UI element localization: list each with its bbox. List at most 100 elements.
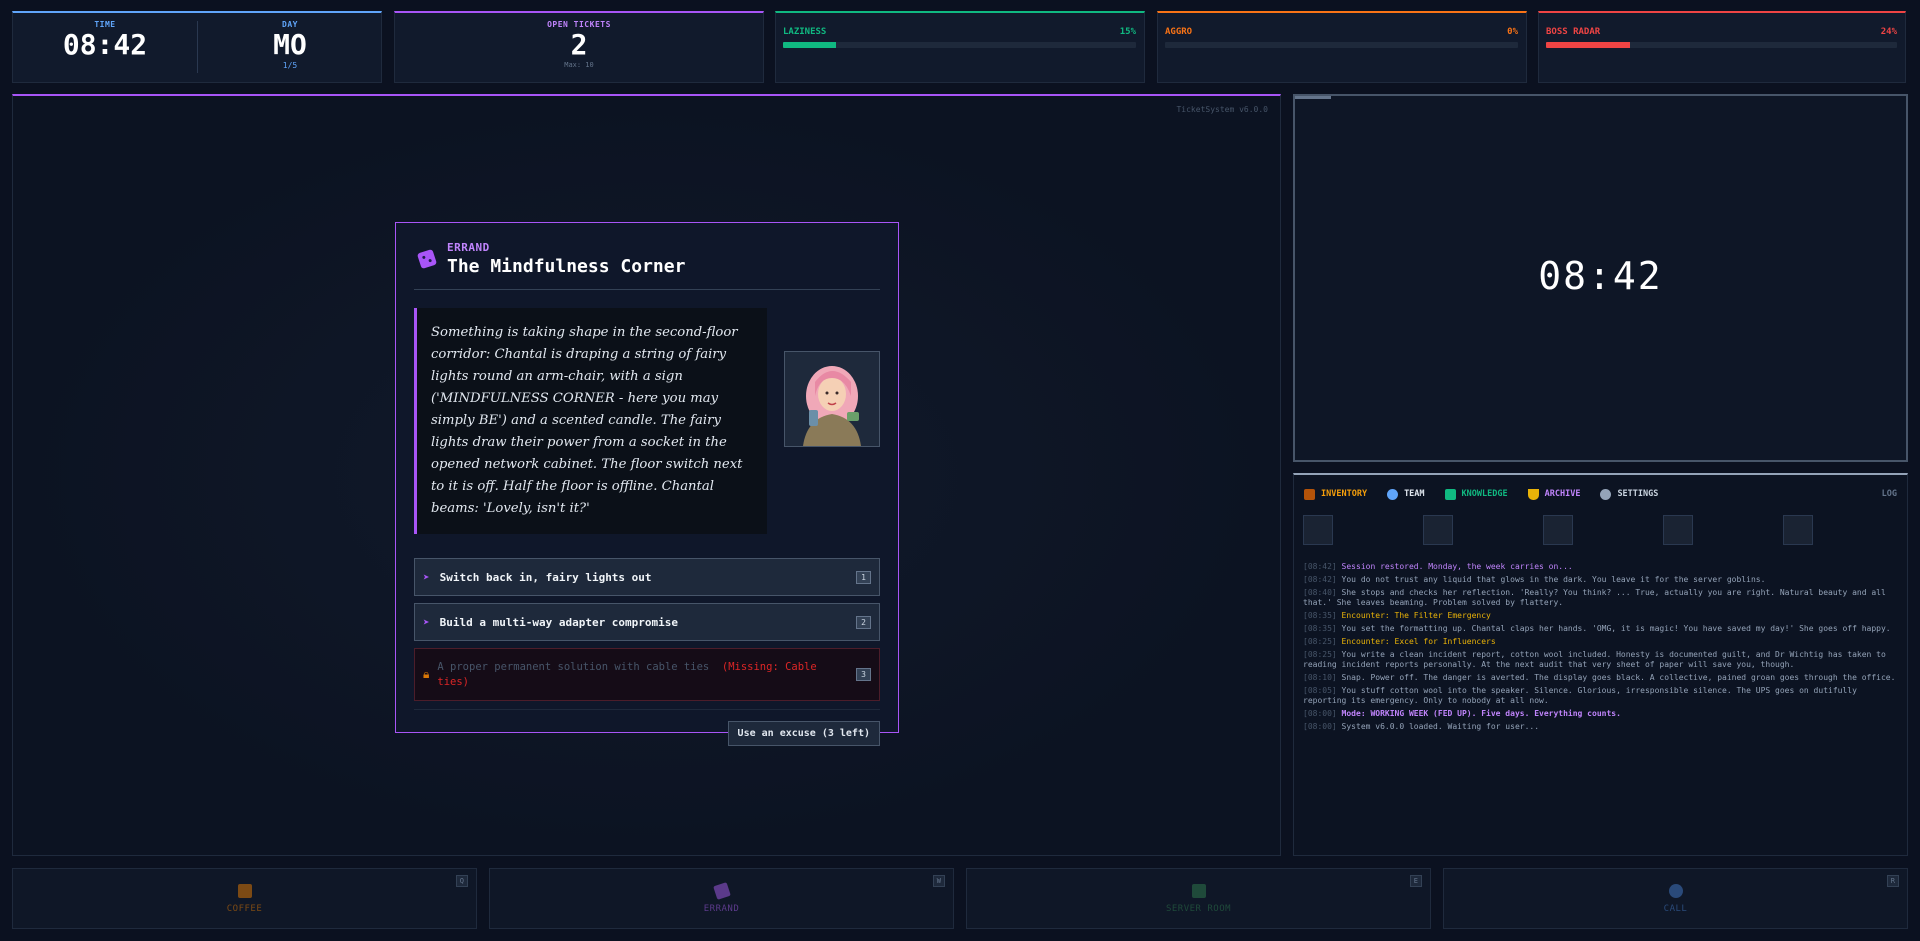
log-entry: [08:35] Encounter: The Filter Emergency [1303,611,1898,621]
tab-label: ARCHIVE [1544,489,1581,499]
event-log: [08:42] Session restored. Monday, the we… [1294,545,1907,732]
option-key: 3 [856,668,871,681]
side-panel: INVENTORY TEAM KNOWLEDGE ARCHIVE SETTING… [1293,473,1908,856]
monitor-clock: 08:42 [1538,254,1663,298]
action-label: COFFEE [226,904,263,914]
log-entry: [08:00] Mode: WORKING WEEK (FED UP). Fiv… [1303,709,1898,719]
log-entry: [08:25] You write a clean incident repor… [1303,650,1898,670]
day-value: MO [273,28,307,61]
errand-action[interactable]: W ERRAND [489,868,954,929]
log-timestamp: [08:35] [1303,611,1337,620]
aggro-value: 0% [1507,27,1518,37]
log-text: You set the formatting up. Chantal claps… [1341,624,1891,633]
monitor-screen: 08:42 [1293,94,1908,462]
inventory-slot[interactable] [1543,515,1573,545]
tab-label: INVENTORY [1321,489,1368,499]
boss-value: 24% [1880,27,1897,37]
boss-track [1546,42,1897,48]
log-text: Snap. Power off. The danger is averted. … [1341,673,1896,682]
log-timestamp: [08:42] [1303,575,1337,584]
settings-icon [1600,488,1612,500]
option-1[interactable]: ➤ Switch back in, fairy lights out 1 [414,558,880,596]
option-key: 1 [856,570,871,584]
log-entry: [08:00] System v6.0.0 loaded. Waiting fo… [1303,722,1898,732]
log-entry: [08:05] You stuff cotton wool into the s… [1303,686,1898,706]
tickets-value: 2 [570,28,588,61]
event-card: ERRAND The Mindfulness Corner Something … [395,222,899,746]
tab-label: LOG [1881,489,1897,499]
log-timestamp: [08:10] [1303,673,1337,682]
time-value: 08:42 [62,28,148,61]
inventory-icon [1304,488,1315,500]
time-block: TIME 08:42 [13,13,197,82]
tab-team[interactable]: TEAM [1387,488,1425,500]
log-timestamp: [08:35] [1303,624,1337,633]
action-label: CALL [1663,904,1688,914]
log-text: You stuff cotton wool into the speaker. … [1303,686,1857,705]
lock-icon: 🔒︎ [423,667,430,681]
time-day-panel: TIME 08:42 DAY MO 1/5 [12,11,382,83]
log-entry: [08:25] Encounter: Excel for Influencers [1303,637,1898,647]
aggro-label: AGGRO [1165,27,1193,37]
log-text: Mode: WORKING WEEK (FED UP). Five days. … [1341,709,1621,718]
story-row: Something is taking shape in the second-… [414,308,880,534]
log-text: Session restored. Monday, the week carri… [1341,562,1573,571]
log-entry: [08:42] You do not trust any liquid that… [1303,575,1898,585]
log-entry: [08:42] Session restored. Monday, the we… [1303,562,1898,572]
log-timestamp: [08:05] [1303,686,1337,695]
tab-settings[interactable]: SETTINGS [1600,488,1658,500]
log-text: System v6.0.0 loaded. Waiting for user..… [1341,722,1540,731]
inventory-slot[interactable] [1423,515,1453,545]
call-action[interactable]: R CALL [1443,868,1908,929]
option-3-locked: 🔒︎ A proper permanent solution with cabl… [414,648,880,701]
server-room-action[interactable]: E SERVER ROOM [966,868,1431,929]
log-timestamp: [08:00] [1303,722,1337,731]
main-panel: TicketSystem v6.0.0 ERRAND The Mindfulne… [12,94,1281,856]
card-footer: Use an excuse (3 left) [414,709,880,746]
laziness-label: LAZINESS [783,27,827,37]
card-category: ERRAND [447,241,490,254]
tab-log[interactable]: LOG [1882,489,1897,499]
team-icon [1387,488,1399,500]
tab-label: KNOWLEDGE [1461,489,1508,499]
inventory-slot[interactable] [1663,515,1693,545]
arrow-icon: ➤ [423,570,430,584]
log-timestamp: [08:00] [1303,709,1337,718]
boss-fill [1546,42,1631,48]
tab-knowledge[interactable]: KNOWLEDGE [1444,488,1508,500]
log-timestamp: [08:25] [1303,637,1337,646]
laziness-meter: LAZINESS 15% [775,11,1145,83]
coffee-action[interactable]: Q COFFEE [12,868,477,929]
option-2[interactable]: ➤ Build a multi-way adapter compromise 2 [414,603,880,641]
inventory-slot[interactable] [1783,515,1813,545]
tab-inventory[interactable]: INVENTORY [1304,488,1368,500]
archive-icon [1527,488,1539,500]
knowledge-icon [1444,488,1456,500]
day-block: DAY MO 1/5 [198,13,382,82]
tab-archive[interactable]: ARCHIVE [1527,488,1581,500]
laziness-fill [783,42,836,48]
log-text: You do not trust any liquid that glows i… [1341,575,1766,584]
arrow-icon: ➤ [423,615,430,629]
action-label: ERRAND [703,904,740,914]
options-list: ➤ Switch back in, fairy lights out 1 ➤ B… [414,558,880,701]
option-key: 2 [856,615,871,629]
portrait-image [785,352,879,446]
use-excuse-button[interactable]: Use an excuse (3 left) [727,721,880,746]
day-progress: 1/5 [282,61,298,70]
card-header: ERRAND The Mindfulness Corner [414,241,880,290]
tab-label: TEAM [1404,489,1425,499]
die-icon [416,248,438,270]
locked-option-text: A proper permanent solution with cable t… [437,660,837,690]
log-text: Encounter: Excel for Influencers [1341,637,1496,646]
option-label: Build a multi-way adapter compromise [439,615,679,629]
server-icon [1191,884,1206,898]
log-text: She stops and checks her reflection. 'Re… [1303,588,1886,607]
laziness-track [783,42,1136,48]
side-tabs: INVENTORY TEAM KNOWLEDGE ARCHIVE SETTING… [1294,479,1907,509]
action-key: R [1886,875,1899,887]
inventory-slot[interactable] [1303,515,1333,545]
errand-icon [712,882,731,900]
option-label: Switch back in, fairy lights out [439,570,652,584]
aggro-track [1165,42,1518,48]
